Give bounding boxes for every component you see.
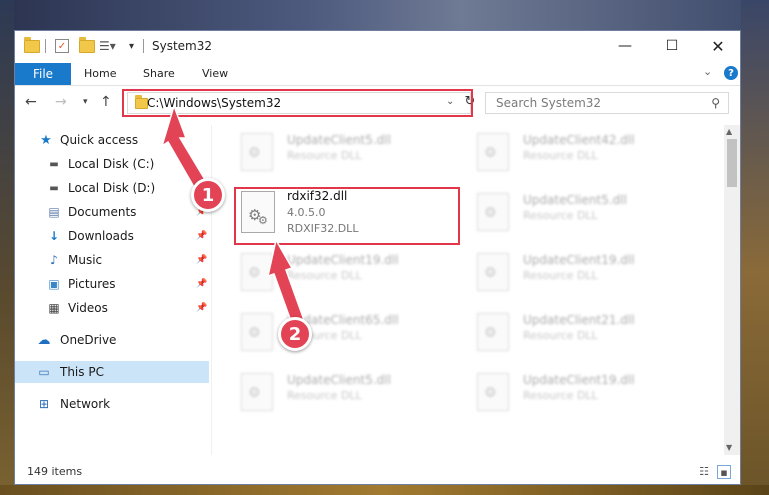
step-1-badge: 1	[191, 178, 225, 212]
annotation-arrows	[160, 103, 305, 325]
arrow-2	[266, 237, 305, 325]
step-2-badge: 2	[278, 317, 312, 351]
